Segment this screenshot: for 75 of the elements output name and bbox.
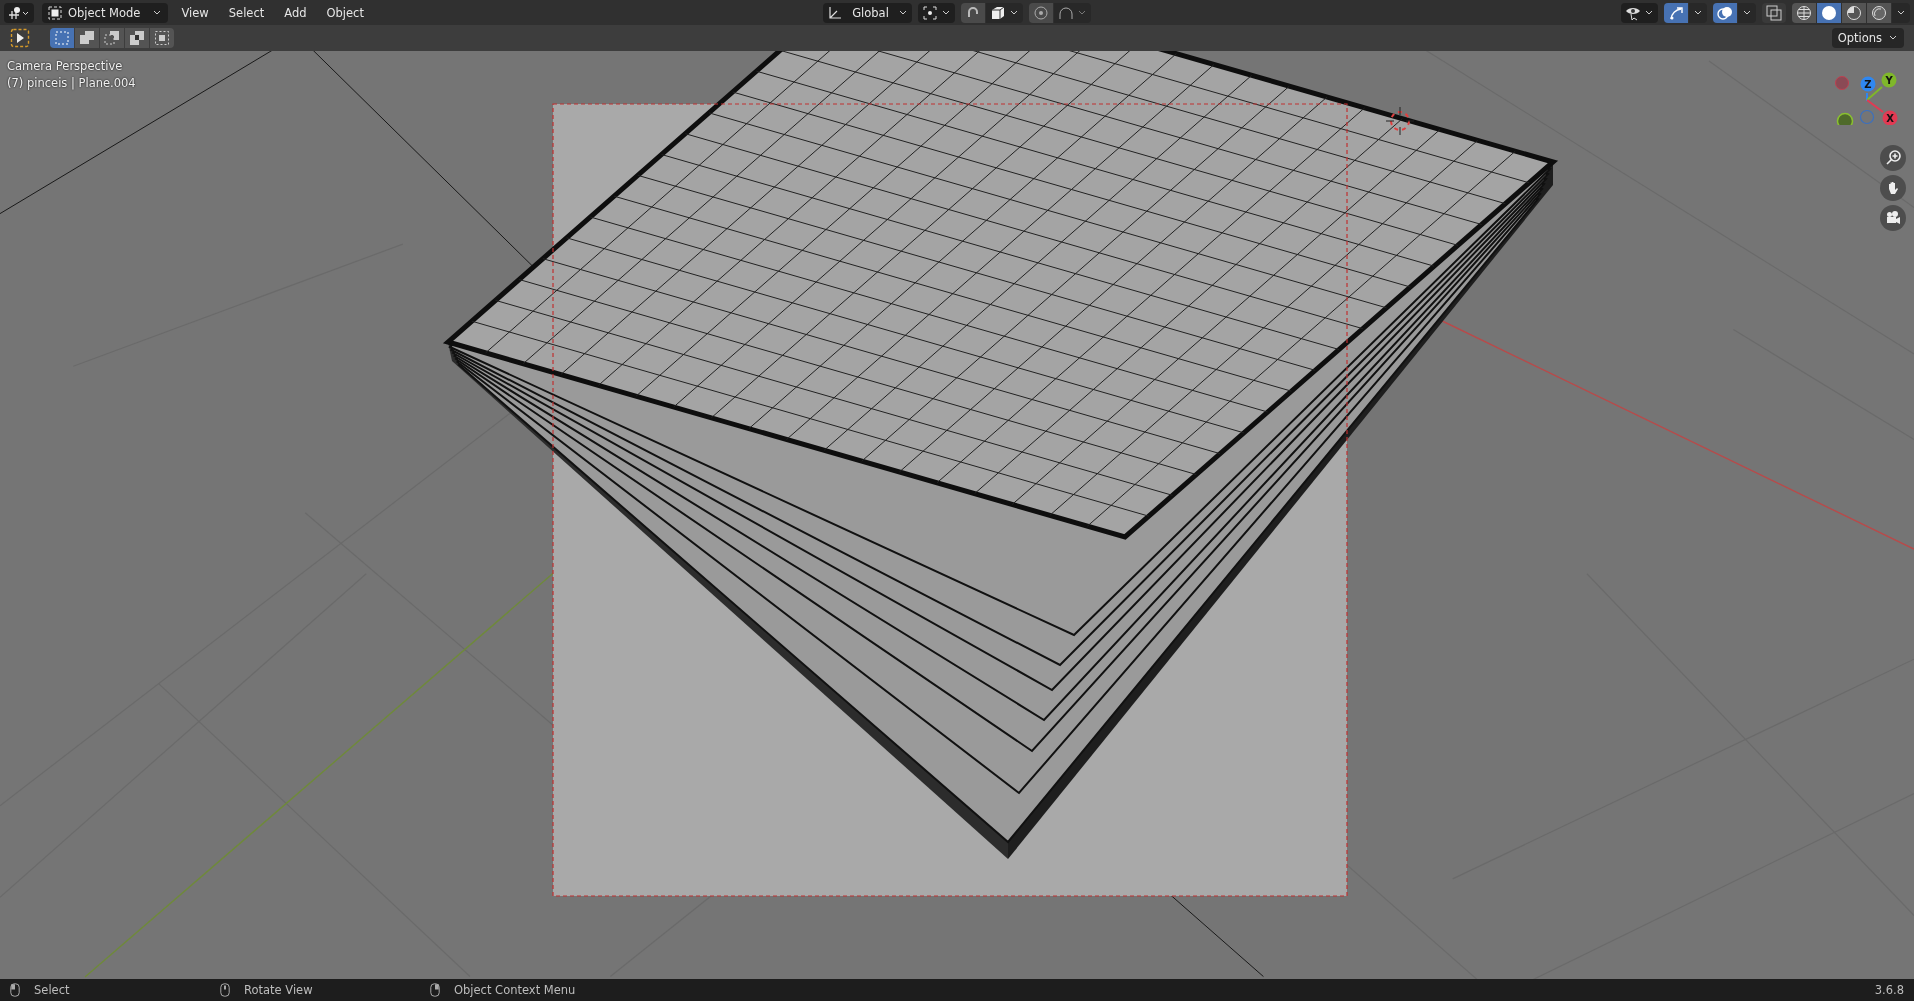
caret-icon <box>152 8 163 17</box>
caret-icon <box>940 8 951 17</box>
negative-axis-dot[interactable] <box>1859 109 1875 125</box>
xray-toggle[interactable] <box>1762 2 1786 23</box>
falloff-dropdown[interactable] <box>1053 2 1091 23</box>
object-mode-icon <box>48 5 62 20</box>
proportional-editing-toggle[interactable] <box>1028 2 1053 23</box>
hand-icon[interactable] <box>1880 175 1906 201</box>
selection-mode-button[interactable] <box>125 28 149 48</box>
wire-sphere-icon <box>1796 4 1812 21</box>
camera-icon[interactable] <box>1880 205 1906 231</box>
version-text: 3.6.8 <box>1874 983 1904 997</box>
selection-mode-button[interactable] <box>75 28 99 48</box>
snap-target-dropdown[interactable] <box>985 2 1023 23</box>
axis-label: Z <box>1864 78 1872 90</box>
mouse-icon <box>10 983 20 997</box>
shading-mode-button[interactable] <box>1867 2 1891 23</box>
menu-item[interactable]: View <box>174 5 216 20</box>
visibility-dropdown[interactable] <box>1621 2 1658 23</box>
squares-icon <box>129 30 145 46</box>
status-hint: Object Context Menu <box>454 983 576 997</box>
squares-icon <box>104 30 120 46</box>
half-sphere-icon <box>1846 4 1862 21</box>
caret-icon <box>1644 8 1654 17</box>
status-hint: Rotate View <box>244 983 313 997</box>
negative-axis-dot[interactable] <box>1835 76 1849 90</box>
menu-item[interactable]: Select <box>221 5 272 20</box>
mouse-icon <box>430 983 440 997</box>
mode-dropdown[interactable]: Object Mode <box>42 2 169 23</box>
caret-icon <box>1742 8 1752 17</box>
selection-mode-button[interactable] <box>100 28 124 48</box>
caret-icon <box>1896 8 1906 17</box>
overlays-toggle[interactable] <box>1713 2 1737 23</box>
menu-item[interactable]: Object <box>319 5 371 20</box>
3d-cursor-icon <box>1385 106 1415 136</box>
axis-label: Y <box>1885 74 1893 86</box>
pivot-icon <box>921 4 938 21</box>
cube-icon <box>989 4 1006 21</box>
arc-arrow-icon <box>1668 4 1684 21</box>
viewport-icon <box>8 5 30 20</box>
shading-mode-button[interactable] <box>1842 2 1866 23</box>
axis-label: X <box>1886 112 1894 124</box>
shaded-sphere-icon <box>1871 4 1887 21</box>
overlapping-squares-icon <box>1766 4 1782 21</box>
curve-icon <box>1057 4 1074 21</box>
target-icon <box>1032 4 1049 21</box>
solid-sphere-icon <box>1821 4 1837 21</box>
squares-icon <box>154 30 170 46</box>
caret-icon <box>1693 8 1703 17</box>
axis-dot[interactable] <box>1860 76 1876 92</box>
shading-mode-button[interactable] <box>1817 2 1841 23</box>
viewport-info-text: Camera Perspective <box>7 59 124 73</box>
caret-icon <box>897 8 908 17</box>
select-tool-icon[interactable] <box>10 28 30 48</box>
options-dropdown[interactable]: Options <box>1831 28 1904 48</box>
status-hint: Select <box>34 983 70 997</box>
viewport-info-text: (7) pinceis | Plane.004 <box>7 76 136 90</box>
caret-icon <box>1888 34 1898 42</box>
axes-icon <box>827 4 844 21</box>
mouse-icon <box>220 983 230 997</box>
zoom-icon[interactable] <box>1880 145 1906 171</box>
orientation-dropdown[interactable]: Global <box>823 2 912 23</box>
dashed-square-icon <box>54 30 70 46</box>
selection-mode-button[interactable] <box>150 28 174 48</box>
caret-icon <box>1008 8 1019 17</box>
overlapping-circles-icon <box>1717 4 1733 21</box>
caret-icon <box>1076 8 1087 17</box>
pivot-dropdown[interactable] <box>917 2 955 23</box>
editor-type-button[interactable] <box>4 2 34 23</box>
shading-mode-button[interactable] <box>1792 2 1816 23</box>
menu-item[interactable]: Add <box>277 5 314 20</box>
snap-toggle[interactable] <box>960 2 985 23</box>
axis-dot[interactable] <box>1881 72 1897 88</box>
squares-icon <box>79 30 95 46</box>
gizmos-toggle[interactable] <box>1664 2 1688 23</box>
